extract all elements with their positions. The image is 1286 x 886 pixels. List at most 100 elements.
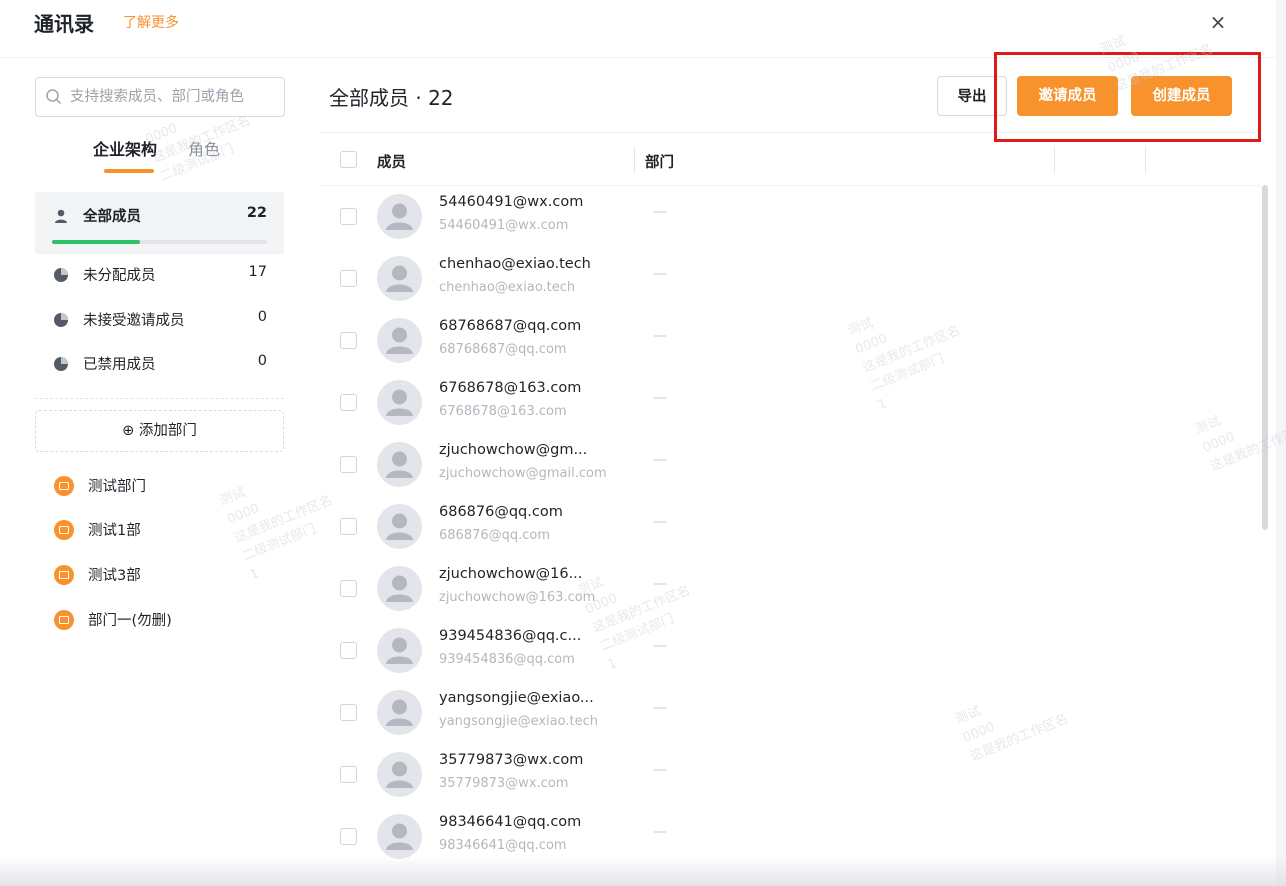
department-item[interactable]: 部门一(勿删) xyxy=(35,606,284,636)
avatar xyxy=(377,628,422,673)
avatar xyxy=(377,256,422,301)
department-item[interactable]: 测试3部 xyxy=(35,561,284,591)
stat-count: 0 xyxy=(257,309,267,325)
stat-label: 未分配成员 xyxy=(83,268,156,284)
learn-more-link[interactable]: 了解更多 xyxy=(123,12,179,32)
tab-org-structure[interactable]: 企业架构 xyxy=(93,136,157,160)
select-all-checkbox[interactable] xyxy=(340,151,357,168)
member-email: 98346641@qq.com xyxy=(439,838,567,853)
avatar xyxy=(377,566,422,611)
members-progress-track xyxy=(52,240,267,244)
create-member-button[interactable]: 创建成员 xyxy=(1131,76,1232,116)
member-email: 6768678@163.com xyxy=(439,404,567,419)
sidebar-item-unassigned[interactable]: 未分配成员 17 xyxy=(35,261,284,291)
avatar xyxy=(377,442,422,487)
row-checkbox[interactable] xyxy=(340,394,357,411)
column-divider xyxy=(1054,147,1055,173)
member-row[interactable]: zjuchowchow@16... zjuchowchow@163.com — xyxy=(320,558,1260,620)
member-department: — xyxy=(653,266,667,282)
search-input[interactable] xyxy=(70,86,278,108)
department-icon xyxy=(54,520,74,540)
member-name: 68768687@qq.com xyxy=(439,318,582,334)
sidebar-tabs: 企业架构 角色 xyxy=(0,134,300,178)
export-button[interactable]: 导出 xyxy=(937,76,1007,116)
sidebar: 企业架构 角色 全部成员 22 未分配成员 17 xyxy=(0,58,300,886)
member-row[interactable]: 686876@qq.com 686876@qq.com — xyxy=(320,496,1260,558)
row-checkbox[interactable] xyxy=(340,580,357,597)
member-row[interactable]: 6768678@163.com 6768678@163.com — xyxy=(320,372,1260,434)
row-checkbox[interactable] xyxy=(340,704,357,721)
search-box[interactable] xyxy=(35,77,285,117)
invite-member-button[interactable]: 邀请成员 xyxy=(1017,76,1118,116)
row-checkbox[interactable] xyxy=(340,332,357,349)
pie-chart-icon xyxy=(54,357,68,371)
table-header: 成员 部门 xyxy=(320,132,1260,186)
member-row[interactable]: 35779873@wx.com 35779873@wx.com — xyxy=(320,744,1260,806)
sidebar-item-disabled[interactable]: 已禁用成员 0 xyxy=(35,350,284,380)
member-email: yangsongjie@exiao.tech xyxy=(439,714,598,729)
member-row[interactable]: 68768687@qq.com 68768687@qq.com — xyxy=(320,310,1260,372)
avatar xyxy=(377,318,422,363)
department-icon xyxy=(54,565,74,585)
department-label: 测试1部 xyxy=(88,523,141,539)
column-header-department: 部门 xyxy=(645,155,674,171)
row-checkbox[interactable] xyxy=(340,828,357,845)
department-item[interactable]: 测试1部 xyxy=(35,516,284,546)
add-department-button[interactable]: ⊕ 添加部门 xyxy=(35,410,284,452)
member-department: — xyxy=(653,824,667,840)
member-email: zjuchowchow@gmail.com xyxy=(439,466,607,481)
window-edge xyxy=(1276,0,1286,886)
row-checkbox[interactable] xyxy=(340,208,357,225)
member-department: — xyxy=(653,638,667,654)
sidebar-item-all-members[interactable]: 全部成员 22 xyxy=(35,192,284,254)
department-item[interactable]: 测试部门 xyxy=(35,472,284,502)
member-name: 98346641@qq.com xyxy=(439,814,582,830)
department-label: 部门一(勿删) xyxy=(88,613,172,629)
avatar xyxy=(377,194,422,239)
member-department: — xyxy=(653,328,667,344)
member-department: — xyxy=(653,204,667,220)
member-email: 54460491@wx.com xyxy=(439,218,569,233)
member-name: zjuchowchow@16... xyxy=(439,566,583,582)
member-row[interactable]: 939454836@qq.c... 939454836@qq.com — xyxy=(320,620,1260,682)
column-divider xyxy=(1145,147,1146,173)
tab-roles[interactable]: 角色 xyxy=(188,136,220,160)
member-email: 68768687@qq.com xyxy=(439,342,567,357)
row-checkbox[interactable] xyxy=(340,456,357,473)
member-email: 35779873@wx.com xyxy=(439,776,569,791)
row-checkbox[interactable] xyxy=(340,518,357,535)
members-title: 全部成员 · 22 xyxy=(329,86,454,110)
row-checkbox[interactable] xyxy=(340,270,357,287)
divider xyxy=(35,398,284,399)
member-row[interactable]: 54460491@wx.com 54460491@wx.com — xyxy=(320,186,1260,248)
avatar xyxy=(377,814,422,859)
row-checkbox[interactable] xyxy=(340,642,357,659)
sidebar-item-pending-invite[interactable]: 未接受邀请成员 0 xyxy=(35,306,284,336)
member-row[interactable]: chenhao@exiao.tech chenhao@exiao.tech — xyxy=(320,248,1260,310)
member-name: 6768678@163.com xyxy=(439,380,582,396)
stat-label: 未接受邀请成员 xyxy=(83,313,185,329)
member-email: chenhao@exiao.tech xyxy=(439,280,576,295)
member-name: 35779873@wx.com xyxy=(439,752,584,768)
dialog-header: 通讯录 了解更多 × xyxy=(0,0,1286,58)
avatar xyxy=(377,752,422,797)
pie-chart-icon xyxy=(54,268,68,282)
member-name: zjuchowchow@gm... xyxy=(439,442,588,458)
member-name: chenhao@exiao.tech xyxy=(439,256,591,272)
member-email: 939454836@qq.com xyxy=(439,652,575,667)
close-icon[interactable]: × xyxy=(1206,10,1230,34)
member-row[interactable]: 98346641@qq.com 98346641@qq.com — xyxy=(320,806,1260,868)
member-department: — xyxy=(653,514,667,530)
main-panel: 全部成员 · 22 导出 邀请成员 创建成员 成员 部门 54460491@wx… xyxy=(320,58,1286,886)
member-row[interactable]: yangsongjie@exiao... yangsongjie@exiao.te… xyxy=(320,682,1260,744)
member-department: — xyxy=(653,700,667,716)
member-list: 54460491@wx.com 54460491@wx.com — chenhao@e… xyxy=(320,186,1260,886)
active-tab-indicator xyxy=(104,169,154,173)
stat-label: 已禁用成员 xyxy=(83,357,156,373)
department-label: 测试部门 xyxy=(88,479,146,495)
department-icon xyxy=(54,476,74,496)
avatar xyxy=(377,504,422,549)
row-checkbox[interactable] xyxy=(340,766,357,783)
member-row[interactable]: zjuchowchow@gm... zjuchowchow@gmail.com — xyxy=(320,434,1260,496)
scrollbar[interactable] xyxy=(1262,185,1268,530)
